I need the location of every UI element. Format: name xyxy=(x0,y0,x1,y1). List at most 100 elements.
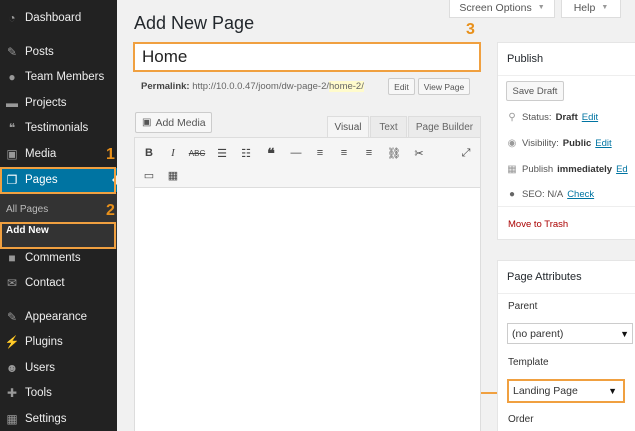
submenu-all-pages[interactable]: All Pages xyxy=(6,204,48,215)
media-icon: ▣ xyxy=(6,147,18,161)
publish-time-edit-link[interactable]: Ed xyxy=(616,164,628,175)
envelope-icon: ✉ xyxy=(6,276,18,290)
permalink-slug[interactable]: home-2/ xyxy=(329,81,364,92)
editor-content-area[interactable] xyxy=(134,188,481,431)
blockquote-icon[interactable]: ❝ xyxy=(262,144,280,162)
status-edit-link[interactable]: Edit xyxy=(582,112,598,123)
parent-label: Parent xyxy=(508,301,538,312)
link-icon[interactable]: ⛓ xyxy=(385,144,403,162)
dropdown-arrow-icon: ▼ xyxy=(608,386,617,396)
menu-media[interactable]: ▣ Media xyxy=(0,142,117,166)
permalink-edit-button[interactable]: Edit xyxy=(388,78,415,95)
menu-label: Plugins xyxy=(25,336,63,348)
plug-icon: ⚡ xyxy=(4,335,20,349)
callout-number-2: 2 xyxy=(106,202,115,219)
group-icon: ● xyxy=(8,70,16,84)
media-icon: ▣ xyxy=(142,117,152,128)
pin-icon: ⚲ xyxy=(508,112,516,123)
menu-label: Testimonials xyxy=(25,122,89,134)
folder-icon: ▬ xyxy=(6,96,18,110)
numbered-list-icon[interactable]: ☷ xyxy=(237,144,255,162)
page-title: Add New Page xyxy=(134,13,255,33)
menu-settings[interactable]: ▦ Settings xyxy=(0,407,117,431)
tab-visual[interactable]: Visual xyxy=(327,116,369,137)
caret-down-icon: ▼ xyxy=(537,4,545,11)
menu-tools[interactable]: ✚ Tools xyxy=(0,381,117,405)
bold-icon[interactable]: B xyxy=(140,144,158,162)
publish-time-label: Publish xyxy=(522,164,554,175)
fullscreen-icon[interactable]: ⤢ xyxy=(457,144,475,162)
settings-icon: ▦ xyxy=(6,412,18,426)
align-left-icon[interactable]: ≡ xyxy=(311,144,329,162)
status-row: ⚲ Status: Draft Edit xyxy=(506,112,598,123)
seo-dot-icon: ● xyxy=(508,189,516,200)
screen-options-button[interactable]: Screen Options ▼ xyxy=(449,0,555,18)
page-title-input[interactable]: Home xyxy=(133,42,481,72)
read-more-icon[interactable]: ▭ xyxy=(140,166,158,184)
move-to-trash-link[interactable]: Move to Trash xyxy=(508,219,568,230)
menu-label: Projects xyxy=(25,97,67,109)
tab-text[interactable]: Text xyxy=(370,116,407,137)
menu-label: Dashboard xyxy=(25,12,82,24)
caret-down-icon: ▼ xyxy=(601,4,609,11)
menu-label: Team Members xyxy=(25,71,105,83)
menu-projects[interactable]: ▬ Projects xyxy=(0,91,117,115)
wrench-icon: ✚ xyxy=(6,386,18,400)
menu-comments[interactable]: ■ Comments xyxy=(0,246,117,270)
template-label: Template xyxy=(508,357,549,368)
menu-users[interactable]: ☻ Users xyxy=(0,356,117,380)
menu-appearance[interactable]: ✎ Appearance xyxy=(0,305,117,329)
seo-row: ● SEO: N/A Check xyxy=(506,189,594,200)
template-select[interactable]: Landing Page ▼ xyxy=(507,379,625,403)
menu-posts[interactable]: ✎ Posts xyxy=(0,40,117,64)
italic-icon[interactable]: I xyxy=(164,144,182,162)
menu-team-members[interactable]: ● Team Members xyxy=(0,65,117,89)
status-label: Status: xyxy=(522,112,552,123)
callout-number-3: 3 xyxy=(466,21,475,38)
pushpin-icon: ✎ xyxy=(6,45,18,59)
callout-box-pages xyxy=(0,167,116,194)
add-media-label: Add Media xyxy=(155,116,206,129)
menu-label: Tools xyxy=(25,387,52,399)
dashboard-icon: ◔ xyxy=(8,11,16,25)
menu-dashboard[interactable]: ◔ Dashboard xyxy=(0,6,117,30)
unlink-icon[interactable]: ✂ xyxy=(410,144,428,162)
user-icon: ☻ xyxy=(5,361,19,375)
permalink-label: Permalink: xyxy=(141,81,190,92)
status-value: Draft xyxy=(555,112,578,123)
seo-check-link[interactable]: Check xyxy=(567,189,594,200)
publish-time-row: ▦ Publish immediately Ed xyxy=(506,164,628,175)
bullet-list-icon[interactable]: ☰ xyxy=(213,144,231,162)
menu-contact[interactable]: ✉ Contact xyxy=(0,271,117,295)
strikethrough-icon[interactable]: ABC xyxy=(188,144,206,162)
page-attributes-title: Page Attributes xyxy=(498,261,635,294)
help-label: Help xyxy=(573,1,596,14)
publish-time-value: immediately xyxy=(557,164,613,175)
parent-select[interactable]: (no parent) ▼ xyxy=(507,323,633,344)
publish-title: Publish xyxy=(498,43,635,76)
horizontal-line-icon[interactable]: — xyxy=(287,144,305,162)
visibility-edit-link[interactable]: Edit xyxy=(595,138,611,149)
visibility-value: Public xyxy=(562,138,592,149)
add-media-button[interactable]: ▣ Add Media xyxy=(135,112,212,133)
comment-icon: ■ xyxy=(8,251,16,265)
quote-icon: ❝ xyxy=(8,121,16,135)
screen-options-label: Screen Options xyxy=(459,1,532,14)
tab-page-builder[interactable]: Page Builder xyxy=(408,116,481,137)
align-right-icon[interactable]: ≡ xyxy=(360,144,378,162)
menu-testimonials[interactable]: ❝ Testimonials xyxy=(0,116,117,140)
help-button[interactable]: Help ▼ xyxy=(561,0,621,18)
admin-sidebar: ◔ Dashboard ✎ Posts ● Team Members ▬ Project… xyxy=(0,0,117,431)
permalink-base[interactable]: http://10.0.0.47/joom/dw-page-2/ xyxy=(192,81,329,92)
align-center-icon[interactable]: ≡ xyxy=(335,144,353,162)
save-draft-button[interactable]: Save Draft xyxy=(506,81,564,101)
publish-box: Publish Save Draft ⚲ Status: Draft Edit ◉ … xyxy=(497,42,635,240)
visibility-row: ◉ Visibility: Public Edit xyxy=(506,138,612,149)
menu-plugins[interactable]: ⚡ Plugins xyxy=(0,330,117,354)
toolbar-toggle-icon[interactable]: ▦ xyxy=(164,166,182,184)
menu-label: Appearance xyxy=(25,311,88,323)
view-page-button[interactable]: View Page xyxy=(418,78,470,95)
order-label: Order xyxy=(508,414,534,425)
visibility-label: Visibility: xyxy=(522,138,559,149)
menu-label: Media xyxy=(25,148,57,160)
